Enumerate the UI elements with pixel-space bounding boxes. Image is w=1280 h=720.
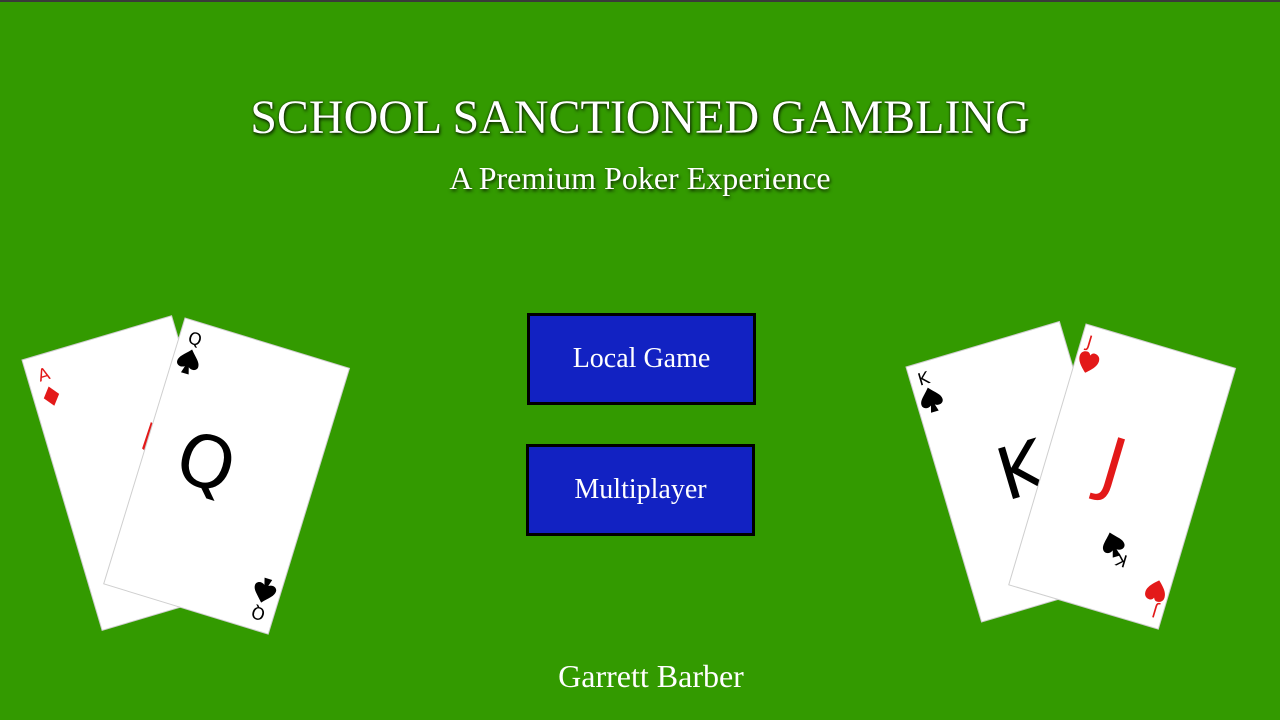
local-game-button[interactable]: Local Game (527, 313, 756, 405)
multiplayer-button[interactable]: Multiplayer (526, 444, 755, 536)
author-credit: Garrett Barber (558, 658, 744, 694)
left-hand: A Q Q Q (21, 315, 351, 635)
right-hand: K K J J J K (905, 320, 1237, 630)
title-screen: SCHOOL SANCTIONED GAMBLING A Premium Pok… (0, 0, 1280, 720)
